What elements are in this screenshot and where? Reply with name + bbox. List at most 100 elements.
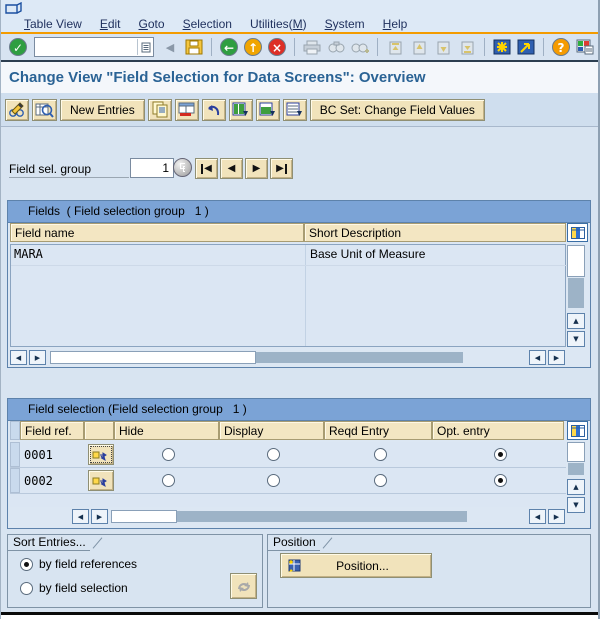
table-settings-button[interactable] [567, 421, 588, 440]
radio-by-field-references[interactable] [20, 557, 33, 571]
vertical-scrollbar-thumb[interactable] [567, 245, 585, 277]
column-header-blank[interactable] [84, 421, 114, 440]
toggle-display-change-button[interactable] [5, 98, 29, 121]
radio-opt-entry[interactable] [494, 448, 507, 461]
radio-reqd-entry[interactable] [374, 474, 387, 487]
menu-goto[interactable]: Goto [130, 17, 174, 31]
help-icon: ? [552, 38, 570, 56]
vertical-scrollbar-thumb[interactable] [567, 442, 585, 462]
overview-display-button[interactable] [32, 98, 57, 121]
position-button[interactable]: Position... [280, 553, 432, 578]
previous-entry-button[interactable]: ◀ [220, 158, 243, 179]
undo-button[interactable] [201, 98, 226, 121]
scroll-up-button[interactable]: ▲ [567, 479, 585, 495]
row-selector-header[interactable] [10, 421, 20, 440]
column-header-hide[interactable]: Hide [114, 421, 219, 440]
back-button[interactable]: ← [217, 36, 241, 58]
short-description-cell[interactable]: Base Unit of Measure [307, 247, 425, 261]
radio-hide[interactable] [162, 474, 175, 487]
radio-display[interactable] [267, 474, 280, 487]
exit-button[interactable]: ↑ [241, 36, 265, 58]
last-entry-button[interactable]: ▶ [270, 158, 293, 179]
first-entry-button[interactable]: ◀ [195, 158, 218, 179]
previous-page-button[interactable] [407, 36, 431, 58]
sort-button[interactable] [230, 573, 257, 599]
column-header-opt-entry[interactable]: Opt. entry [432, 421, 564, 440]
scroll-down-button[interactable]: ▼ [567, 331, 585, 347]
field-sel-group-input[interactable] [130, 158, 174, 178]
radio-display[interactable] [267, 448, 280, 461]
radio-by-field-selection[interactable] [20, 581, 33, 595]
enter-button[interactable]: ✓ [6, 36, 30, 58]
scroll-left-button[interactable]: ◀ [10, 350, 27, 365]
copy-entries-button[interactable] [147, 98, 172, 121]
menu-system[interactable]: System [316, 17, 374, 31]
cancel-button[interactable]: × [265, 36, 289, 58]
position-group: Position Position... [267, 534, 591, 608]
menu-edit[interactable]: Edit [91, 17, 130, 31]
column-header-field-name[interactable]: Field name [10, 223, 304, 242]
select-block-button[interactable] [255, 98, 280, 121]
next-page-button[interactable] [431, 36, 455, 58]
row-selector[interactable] [10, 442, 20, 467]
scroll-right-button[interactable]: ▶ [548, 509, 565, 524]
vertical-scrollbar-track[interactable] [568, 463, 584, 475]
horizontal-scrollbar-track[interactable] [256, 352, 463, 363]
copy-icon [152, 101, 168, 118]
field-name-cell[interactable]: MARA [11, 247, 43, 261]
deselect-all-button[interactable] [282, 98, 307, 121]
customize-layout-button[interactable] [573, 36, 597, 58]
horizontal-scrollbar-track[interactable] [177, 511, 467, 522]
column-header-short-description[interactable]: Short Description [304, 223, 566, 242]
save-button[interactable] [182, 36, 206, 58]
command-history-icon[interactable] [137, 39, 153, 55]
new-session-button[interactable] [490, 36, 514, 58]
first-page-button[interactable] [383, 36, 407, 58]
scroll-right-button[interactable]: ▶ [548, 350, 565, 365]
column-header-display[interactable]: Display [219, 421, 324, 440]
next-entry-button[interactable]: ▶ [245, 158, 268, 179]
field-ref-cell[interactable]: 0002 [24, 474, 53, 488]
new-entries-button[interactable]: New Entries [60, 98, 145, 121]
print-button[interactable] [300, 36, 324, 58]
matchcode-button[interactable] [173, 158, 192, 177]
table-settings-button[interactable] [567, 223, 588, 242]
scroll-left-button[interactable]: ◀ [529, 350, 546, 365]
table-settings-icon [570, 424, 585, 437]
menu-help[interactable]: Help [374, 17, 417, 31]
help-button[interactable]: ? [549, 36, 573, 58]
scroll-right-button[interactable]: ▶ [91, 509, 108, 524]
scroll-left-button[interactable]: ◀ [529, 509, 546, 524]
menu-selection[interactable]: Selection [174, 17, 241, 31]
radio-hide[interactable] [162, 448, 175, 461]
choose-detail-button[interactable] [88, 470, 114, 491]
sort-by-field-references-option[interactable]: by field references [20, 557, 137, 571]
last-page-button[interactable] [455, 36, 479, 58]
column-header-reqd-entry[interactable]: Reqd Entry [324, 421, 432, 440]
field-ref-cell[interactable]: 0001 [24, 448, 53, 462]
scroll-right-button[interactable]: ▶ [29, 350, 46, 365]
vertical-scrollbar-track[interactable] [568, 278, 584, 308]
scroll-left-button[interactable]: ◀ [72, 509, 89, 524]
find-button[interactable] [324, 36, 348, 58]
scroll-up-button[interactable]: ▲ [567, 313, 585, 329]
menu-utilities[interactable]: Utilities(M) [241, 17, 316, 31]
collapse-command-button[interactable]: ◀ [158, 36, 182, 58]
scroll-down-button[interactable]: ▼ [567, 497, 585, 513]
command-input[interactable] [35, 39, 137, 55]
horizontal-scrollbar-thumb[interactable] [111, 510, 177, 523]
delete-entry-button[interactable] [174, 98, 199, 121]
horizontal-scrollbar-thumb[interactable] [50, 351, 256, 364]
sort-by-field-selection-option[interactable]: by field selection [20, 581, 128, 595]
select-all-button[interactable] [228, 98, 253, 121]
left-triangle-icon: ◀ [165, 40, 175, 54]
radio-reqd-entry[interactable] [374, 448, 387, 461]
column-header-field-ref[interactable]: Field ref. [20, 421, 84, 440]
find-next-button[interactable] [348, 36, 372, 58]
choose-detail-button[interactable] [88, 444, 114, 465]
bc-set-button[interactable]: BC Set: Change Field Values [309, 98, 485, 121]
create-shortcut-button[interactable] [514, 36, 538, 58]
menu-table-view[interactable]: Table View [15, 17, 91, 31]
radio-opt-entry[interactable] [494, 474, 507, 487]
row-selector[interactable] [10, 468, 20, 493]
